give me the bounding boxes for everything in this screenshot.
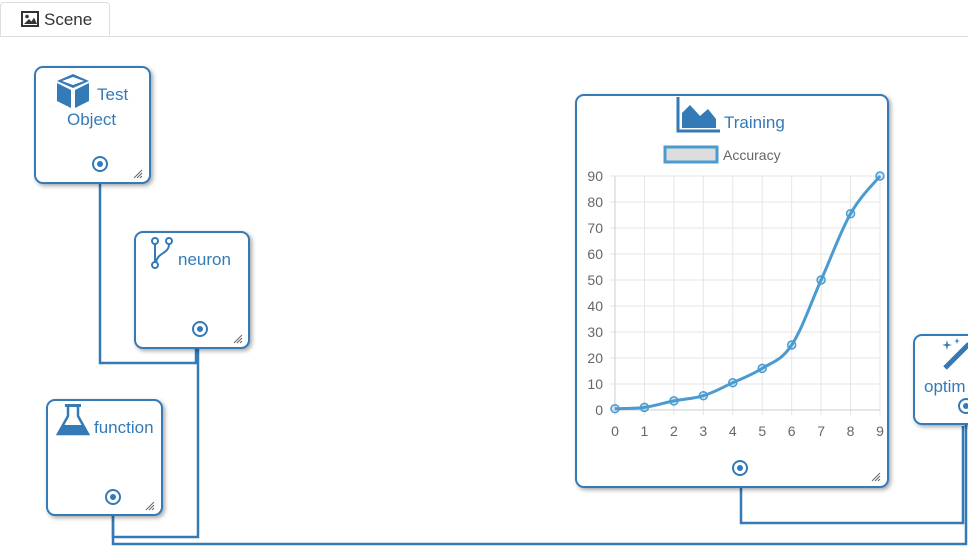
- output-port[interactable]: [192, 321, 208, 337]
- y-tick-label: 20: [587, 350, 603, 366]
- node-title: optim: [924, 377, 966, 396]
- tab-label: Scene: [44, 10, 93, 29]
- x-tick-label: 6: [788, 423, 796, 439]
- y-tick-label: 70: [587, 220, 603, 236]
- output-port[interactable]: [958, 398, 968, 414]
- node-title: function: [94, 418, 154, 437]
- resize-grip-icon[interactable]: [233, 331, 243, 349]
- y-tick-label: 60: [587, 246, 603, 262]
- series-line-accuracy: [614, 175, 882, 411]
- node-neuron[interactable]: neuron: [134, 231, 250, 349]
- node-title-line1: Test: [97, 85, 129, 104]
- data-point: [610, 403, 620, 414]
- y-tick-label: 10: [587, 376, 603, 392]
- tab-bar: Scene: [0, 0, 968, 37]
- y-tick-label: 0: [595, 402, 603, 418]
- output-port[interactable]: [732, 460, 748, 476]
- x-tick-label: 2: [670, 423, 678, 439]
- y-tick-label: 80: [587, 194, 603, 210]
- image-icon: [21, 11, 39, 32]
- flask-icon: [55, 403, 91, 442]
- data-point: [728, 377, 738, 388]
- y-tick-label: 50: [587, 272, 603, 288]
- data-point: [639, 402, 650, 413]
- magic-wand-icon: [941, 338, 968, 377]
- tab-scene[interactable]: Scene: [0, 2, 110, 36]
- data-point: [845, 208, 856, 219]
- resize-grip-icon[interactable]: [871, 469, 881, 487]
- node-training[interactable]: Training 0 10 20 30 40 50 60 70 80 90 0 1 2 3 4 5 6 7 8 9 A…: [575, 94, 889, 488]
- node-test-object[interactable]: Test Object: [34, 66, 151, 184]
- scene-canvas[interactable]: Test Object neuron function Training 0 1…: [0, 37, 968, 546]
- legend-label: Accuracy: [723, 147, 781, 163]
- x-tick-label: 9: [876, 423, 884, 439]
- node-title: neuron: [178, 250, 231, 269]
- resize-grip-icon[interactable]: [133, 166, 143, 184]
- x-tick-label: 5: [758, 423, 766, 439]
- data-point: [698, 390, 709, 401]
- x-tick-label: 0: [611, 423, 619, 439]
- resize-grip-icon[interactable]: [145, 498, 155, 516]
- x-tick-label: 7: [817, 423, 825, 439]
- y-tick-label: 30: [587, 324, 603, 340]
- y-tick-label: 40: [587, 298, 603, 314]
- node-function[interactable]: function: [46, 399, 163, 516]
- data-point: [875, 171, 885, 181]
- node-optimizer[interactable]: optim: [913, 334, 968, 425]
- node-title-line2: Object: [67, 110, 117, 129]
- data-point: [786, 340, 797, 350]
- x-tick-label: 1: [641, 423, 649, 439]
- x-tick-label: 3: [699, 423, 707, 439]
- output-port[interactable]: [105, 489, 121, 505]
- data-point: [816, 275, 826, 285]
- x-tick-label: 8: [847, 423, 855, 439]
- output-port[interactable]: [92, 156, 108, 172]
- data-point: [757, 363, 767, 374]
- branch-icon: [150, 236, 174, 275]
- y-tick-label: 90: [587, 168, 603, 184]
- x-tick-label: 4: [729, 423, 737, 439]
- legend-swatch: [663, 145, 719, 164]
- cube-icon: [55, 72, 91, 115]
- data-point: [669, 396, 679, 406]
